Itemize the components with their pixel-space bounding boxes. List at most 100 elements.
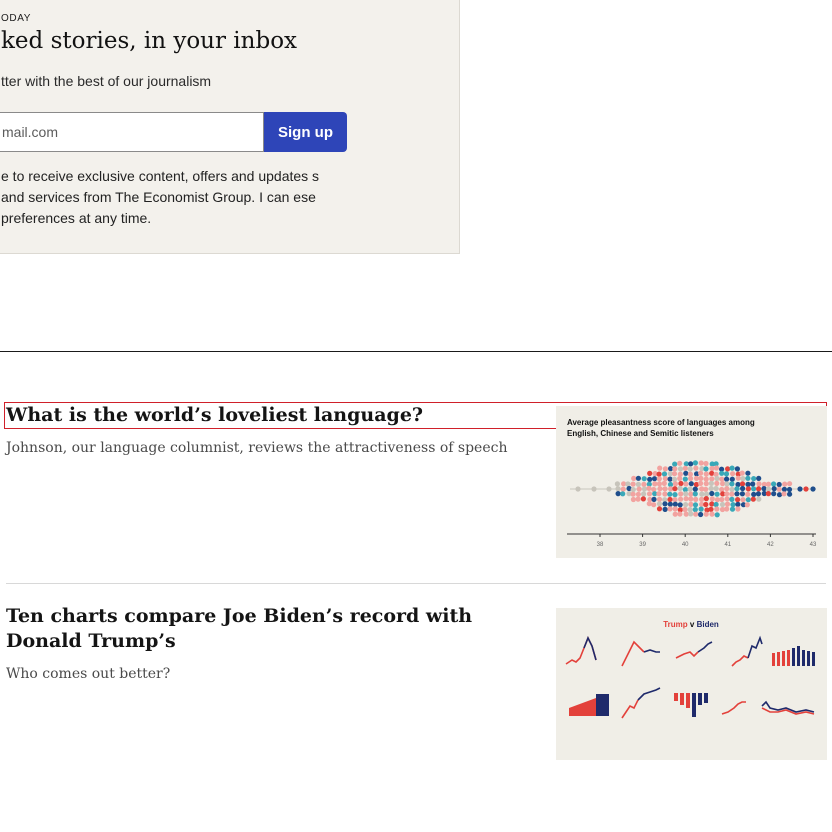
beeswarm-dot (662, 486, 668, 492)
beeswarm-dot (765, 491, 771, 497)
beeswarm-dot (688, 475, 694, 482)
beeswarm-dot (708, 480, 714, 486)
mini-line-chart (637, 687, 661, 701)
beeswarm-dot (714, 506, 720, 512)
beeswarm-dot (719, 470, 725, 476)
beeswarm-dot (657, 486, 663, 492)
email-input[interactable]: mail.com (0, 112, 264, 152)
beeswarm-dot (776, 492, 783, 498)
thumbnail-title-trump: Trump (663, 620, 688, 629)
beeswarm-dot (771, 481, 777, 487)
beeswarm-dot (735, 506, 741, 512)
beeswarm-dot (698, 506, 704, 512)
beeswarm-dot (797, 486, 803, 492)
beeswarm-dot (647, 476, 653, 482)
beeswarm-dot (756, 486, 762, 492)
beeswarm-dot (606, 486, 612, 492)
beeswarm-dot (677, 485, 683, 491)
beeswarm-dot (672, 497, 678, 503)
newsletter-subtitle: tter with the best of our journalism (1, 73, 212, 89)
beeswarm-dot (667, 501, 673, 507)
beeswarm-dot (708, 485, 714, 492)
mini-bar-chart (674, 693, 708, 717)
beeswarm-dot (751, 491, 757, 497)
beeswarm-dot (672, 501, 678, 507)
beeswarm-dot (635, 475, 641, 481)
beeswarm-dot (739, 491, 745, 497)
beeswarm-dot (703, 496, 709, 502)
beeswarm-dot (719, 486, 725, 493)
beeswarm-dot (693, 496, 699, 502)
beeswarm-dot (677, 460, 683, 466)
mini-line-chart (621, 699, 639, 719)
beeswarm-dot (750, 481, 756, 487)
beeswarm-dot (656, 496, 663, 502)
beeswarm-dot (641, 481, 647, 487)
beeswarm-dot (692, 502, 699, 508)
mini-line-chart (747, 635, 763, 659)
beeswarm-dot (751, 476, 757, 482)
beeswarm-dot (724, 506, 730, 512)
story-card[interactable]: Ten charts compare Joe Biden’s record wi… (6, 604, 526, 686)
beeswarm-dot (620, 491, 626, 497)
beeswarm-dot (709, 465, 715, 472)
beeswarm-dot (735, 501, 741, 507)
beeswarm-dot (724, 486, 730, 492)
beeswarm-dot (672, 511, 678, 517)
mini-line-chart (731, 655, 749, 667)
mini-area-chart (569, 698, 596, 716)
beeswarm-dot (709, 496, 715, 502)
beeswarm-dot (787, 491, 793, 497)
beeswarm-dot (641, 486, 648, 492)
beeswarm-dot (703, 481, 709, 487)
beeswarm-dot (683, 481, 689, 487)
story-thumbnail[interactable]: Trump v Biden (556, 608, 827, 760)
beeswarm-dot (667, 506, 673, 512)
beeswarm-dot (729, 465, 735, 471)
beeswarm-dot (713, 485, 719, 492)
beeswarm-dot (709, 511, 715, 517)
beeswarm-dot (698, 460, 704, 466)
beeswarm-dot (745, 481, 751, 487)
beeswarm-dot (575, 486, 581, 492)
beeswarm-dot (735, 475, 741, 481)
beeswarm-dot (709, 476, 715, 482)
beeswarm-dot (647, 470, 653, 476)
beeswarm-dot (729, 476, 735, 482)
newsletter-title: ked stories, in your inbox (1, 28, 298, 54)
beeswarm-dot (683, 502, 689, 508)
beeswarm-dot (745, 497, 751, 503)
beeswarm-dot (756, 496, 762, 502)
beeswarm-dot (662, 501, 668, 507)
beeswarm-dot (724, 501, 731, 507)
beeswarm-dot (703, 460, 709, 467)
axis-tick-label: 40 (682, 542, 689, 548)
mini-line-chart (565, 636, 597, 665)
story-card[interactable]: What is the world’s loveliest language? … (6, 403, 526, 460)
beeswarm-dot (724, 481, 730, 487)
beeswarm-dot (641, 476, 647, 482)
beeswarm-dot (656, 481, 662, 487)
beeswarm-dot (651, 476, 658, 482)
story-title[interactable]: Ten charts compare Joe Biden’s record wi… (6, 604, 526, 654)
story-thumbnail[interactable]: Average pleasantness score of languages … (556, 406, 827, 558)
beeswarm-dot (662, 506, 668, 512)
story-title[interactable]: What is the world’s loveliest language? (6, 403, 526, 428)
axis-tick-label: 42 (767, 542, 774, 548)
beeswarm-dot (614, 481, 620, 487)
beeswarm-dot (671, 476, 678, 482)
beeswarm-dot (688, 501, 694, 507)
beeswarm-dot (745, 491, 751, 497)
trump-biden-thumbnail: Trump v Biden (565, 620, 815, 719)
beeswarm-dot (656, 501, 663, 507)
beeswarm-dot (677, 511, 683, 517)
beeswarm-dot (662, 491, 668, 497)
beeswarm-dot (625, 481, 631, 487)
beeswarm-dot (723, 471, 730, 477)
beeswarm-dot (703, 466, 709, 472)
signup-button[interactable]: Sign up (264, 112, 347, 152)
mini-line-chart (621, 640, 645, 667)
beeswarm-dot (734, 491, 740, 497)
beeswarm-dot (714, 480, 720, 486)
beeswarm-dot (781, 491, 787, 497)
